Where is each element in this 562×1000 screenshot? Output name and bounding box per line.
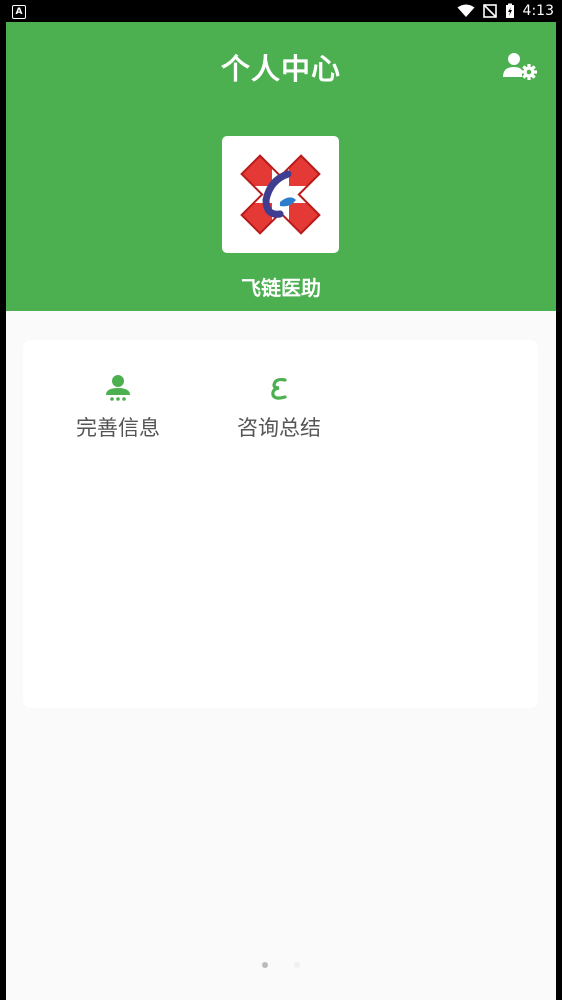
status-bar: A 4:13: [0, 0, 562, 22]
menu-item-label: 完善信息: [76, 416, 160, 440]
menu-item-consult-summary[interactable]: 咨询总结: [209, 370, 349, 450]
medical-cross-logo: [240, 154, 321, 235]
app-name: 飞链医助: [241, 276, 321, 300]
battery-charging-icon: [505, 3, 514, 18]
menu-item-label: 咨询总结: [237, 416, 321, 440]
user-settings-icon: [503, 53, 537, 80]
page-title: 个人中心: [220, 52, 341, 86]
profile-header: 个人中心 飞链医助: [6, 22, 556, 311]
consult-summary-icon: [271, 377, 287, 400]
user-info-icon: [106, 375, 130, 401]
page-indicator: [6, 962, 556, 972]
wifi-icon: [457, 4, 475, 17]
menu-card: 完善信息 咨询总结: [23, 340, 538, 708]
notification-icon: A: [12, 5, 26, 19]
status-time: 4:13: [522, 3, 554, 19]
page-dot: [294, 962, 300, 968]
app-screen: 个人中心 飞链医助 完善信息 咨询总结: [6, 22, 556, 1000]
signal-off-icon: [482, 4, 497, 18]
user-settings-button[interactable]: [502, 50, 538, 82]
page-dot-active: [262, 962, 268, 968]
menu-item-complete-info[interactable]: 完善信息: [48, 370, 188, 450]
app-logo: [222, 136, 339, 253]
